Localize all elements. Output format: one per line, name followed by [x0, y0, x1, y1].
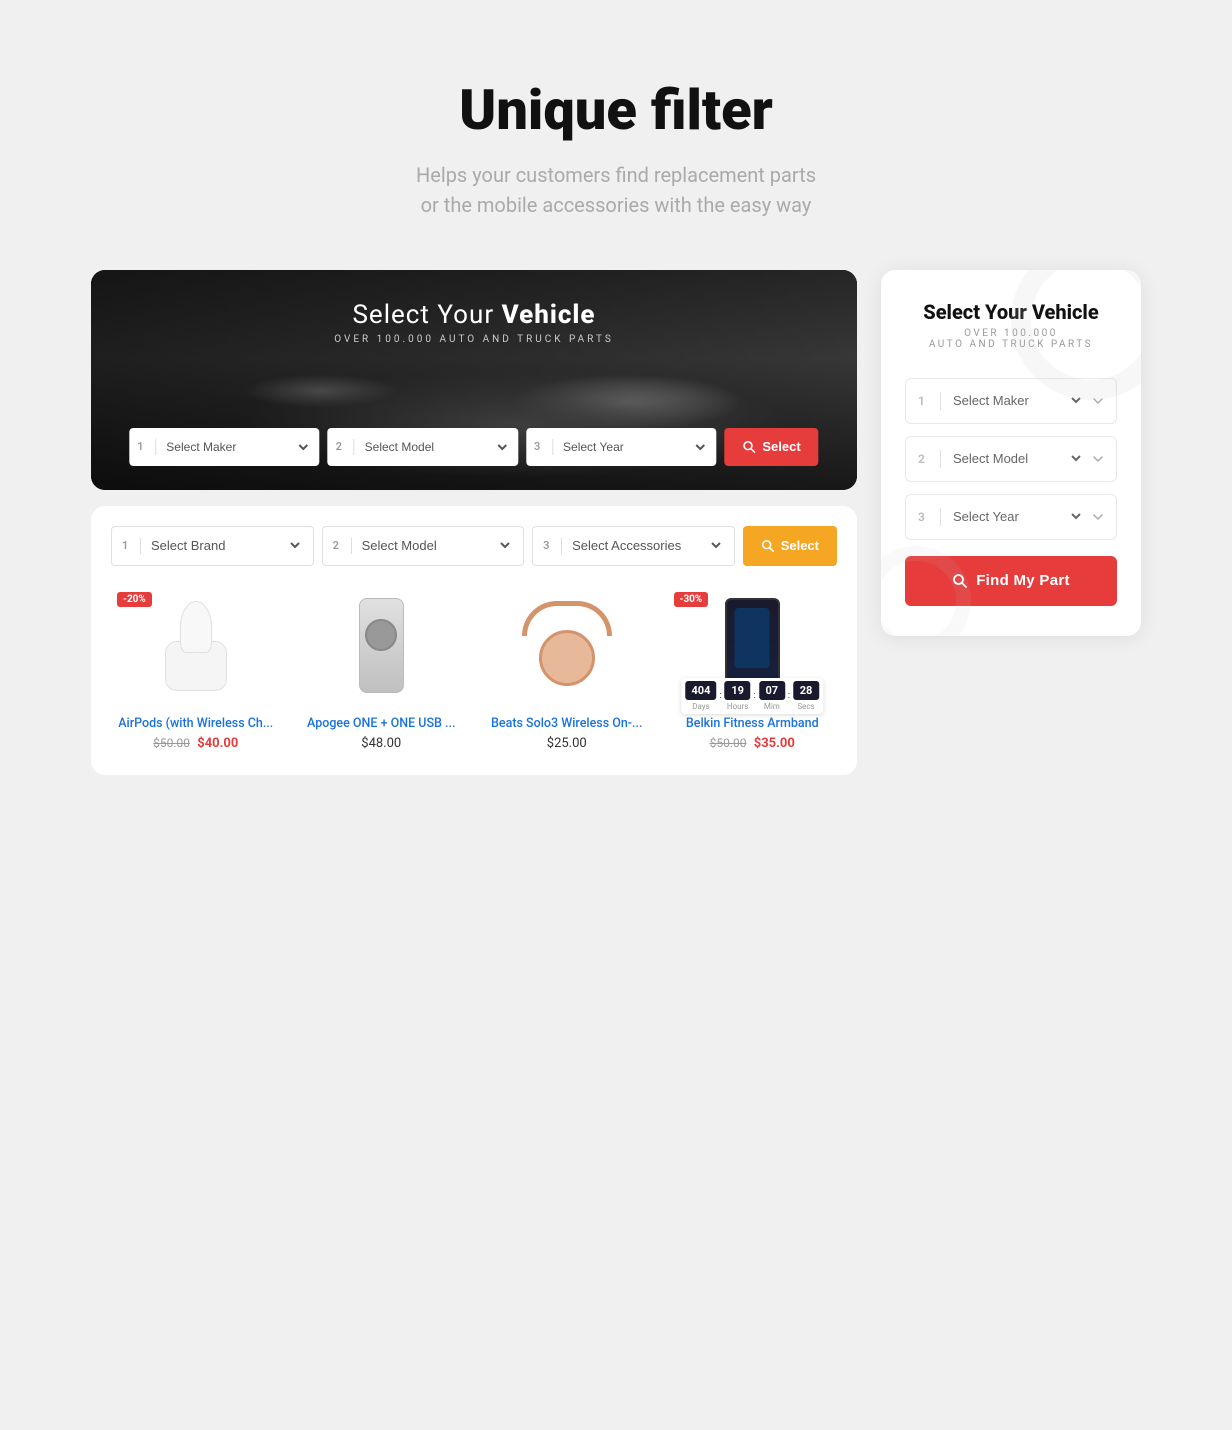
- timer-secs: 28 Secs: [793, 681, 819, 711]
- acc-brand-wrapper: 1 Select Brand: [111, 526, 314, 566]
- acc-accessories-num: 3: [543, 539, 555, 552]
- vehicle-banner: Select Your Vehicle OVER 100.000 AUTO AN…: [91, 270, 857, 490]
- banner-model-select[interactable]: Select Model: [361, 439, 510, 455]
- product-price-belkin: $50.00 $35.00: [668, 736, 838, 751]
- timer-row: 404 Days : 19 Hours : 07 Mim: [682, 678, 824, 714]
- banner-maker-divider: [155, 439, 156, 455]
- page-title: Unique filter: [416, 80, 816, 142]
- banner-maker-num: 1: [137, 440, 149, 453]
- banner-year-num: 3: [534, 440, 546, 453]
- vehicle-banner-sub: OVER 100.000 AUTO AND TRUCK PARTS: [334, 334, 614, 345]
- accessories-selects: 1 Select Brand 2 Select Model 3: [111, 526, 837, 566]
- timer-mins: 07 Mim: [759, 681, 785, 711]
- banner-model-wrapper: 2 Select Model: [328, 428, 518, 466]
- acc-accessories-divider: [561, 538, 562, 554]
- product-price-airpods: $50.00 $40.00: [111, 736, 281, 751]
- product-img-apogee: [297, 586, 467, 706]
- vehicle-card-title: Select Your Vehicle: [905, 300, 1117, 324]
- banner-maker-wrapper: 1 Select Maker: [129, 428, 319, 466]
- acc-brand-select[interactable]: Select Brand: [147, 537, 303, 554]
- card-model-row: 2 Select Model: [905, 436, 1117, 482]
- product-card-apogee[interactable]: Apogee ONE + ONE USB ... $48.00: [297, 586, 467, 751]
- beats-image: [519, 601, 614, 691]
- product-img-beats: [482, 586, 652, 706]
- left-column: Select Your Vehicle OVER 100.000 AUTO AN…: [91, 270, 857, 775]
- page-header: Unique filter Helps your customers find …: [416, 80, 816, 220]
- card-maker-row: 1 Select Maker: [905, 378, 1117, 424]
- main-content: Select Your Vehicle OVER 100.000 AUTO AN…: [91, 270, 1141, 775]
- vehicle-banner-text: Select Your Vehicle OVER 100.000 AUTO AN…: [334, 300, 614, 345]
- banner-year-divider: [552, 439, 553, 455]
- card-year-row: 3 Select Year: [905, 494, 1117, 540]
- product-name-airpods: AirPods (with Wireless Ch...: [111, 716, 281, 731]
- timer-days: 404 Days: [686, 681, 717, 711]
- product-card-airpods[interactable]: -20% AirPods (with Wireless Ch... $50.00…: [111, 586, 281, 751]
- card-maker-select[interactable]: Select Maker: [949, 392, 1084, 409]
- vehicle-card-subtitle: OVER 100.000AUTO AND TRUCK PARTS: [905, 328, 1117, 350]
- acc-model-divider: [351, 538, 352, 554]
- acc-brand-num: 1: [122, 539, 134, 552]
- acc-search-icon: [761, 539, 775, 553]
- acc-model-select[interactable]: Select Model: [358, 537, 514, 554]
- product-price-apogee: $48.00: [297, 736, 467, 751]
- product-img-belkin: 404 Days : 19 Hours : 07 Mim: [668, 586, 838, 706]
- product-price-beats: $25.00: [482, 736, 652, 751]
- product-card-belkin[interactable]: -30% 404 Days : 19 Hours: [668, 586, 838, 751]
- page-subtitle: Helps your customers find replacement pa…: [416, 160, 816, 220]
- vehicle-banner-heading: Select Your Vehicle: [334, 300, 614, 330]
- acc-accessories-wrapper: 3 Select Accessories: [532, 526, 735, 566]
- apogee-image: [359, 598, 404, 693]
- product-name-apogee: Apogee ONE + ONE USB ...: [297, 716, 467, 731]
- card-year-chevron-icon: [1092, 511, 1104, 523]
- card-maker-chevron-icon: [1092, 395, 1104, 407]
- card-model-num: 2: [918, 452, 932, 466]
- card-model-divider: [940, 450, 941, 468]
- card-year-select[interactable]: Select Year: [949, 508, 1084, 525]
- banner-year-select[interactable]: Select Year: [559, 439, 708, 455]
- card-year-num: 3: [918, 510, 932, 524]
- product-name-beats: Beats Solo3 Wireless On-...: [482, 716, 652, 731]
- banner-model-num: 2: [336, 440, 348, 453]
- right-column: Select Your Vehicle OVER 100.000AUTO AND…: [881, 270, 1141, 636]
- product-name-belkin: Belkin Fitness Armband: [668, 716, 838, 731]
- banner-maker-select[interactable]: Select Maker: [162, 439, 311, 455]
- card-year-divider: [940, 508, 941, 526]
- timer-hours: 19 Hours: [725, 681, 751, 711]
- products-grid: -20% AirPods (with Wireless Ch... $50.00…: [111, 586, 837, 751]
- acc-model-wrapper: 2 Select Model: [322, 526, 525, 566]
- banner-year-wrapper: 3 Select Year: [526, 428, 716, 466]
- acc-search-button[interactable]: Select: [743, 526, 837, 566]
- banner-search-icon: [742, 440, 756, 454]
- find-part-search-icon: [952, 573, 968, 589]
- airpods-image: [156, 601, 236, 691]
- acc-accessories-select[interactable]: Select Accessories: [568, 537, 724, 554]
- banner-model-divider: [354, 439, 355, 455]
- acc-brand-divider: [140, 538, 141, 554]
- card-maker-num: 1: [918, 394, 932, 408]
- product-card-beats[interactable]: Beats Solo3 Wireless On-... $25.00: [482, 586, 652, 751]
- card-maker-divider: [940, 392, 941, 410]
- card-model-chevron-icon: [1092, 453, 1104, 465]
- card-model-select[interactable]: Select Model: [949, 450, 1084, 467]
- vehicle-selector-card: Select Your Vehicle OVER 100.000AUTO AND…: [881, 270, 1141, 636]
- acc-model-num: 2: [333, 539, 345, 552]
- product-badge-airpods: -20%: [117, 592, 152, 607]
- accessories-card: 1 Select Brand 2 Select Model 3: [91, 506, 857, 775]
- vehicle-banner-selects: 1 Select Maker 2 Select Model 3: [129, 428, 818, 466]
- banner-search-button[interactable]: Select: [724, 428, 818, 466]
- find-part-button[interactable]: Find My Part: [905, 556, 1117, 606]
